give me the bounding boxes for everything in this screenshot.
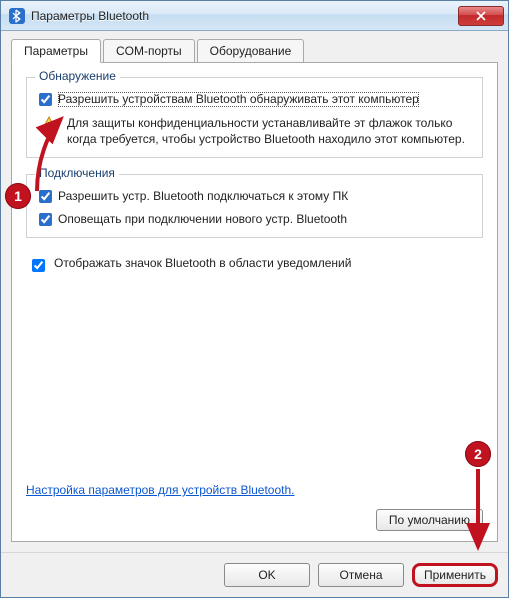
tabpage-parameters: Обнаружение Разрешить устройствам Blueto… [11, 62, 498, 542]
defaults-row: По умолчанию [26, 509, 483, 531]
apply-button[interactable]: Применить [412, 563, 498, 587]
checkbox-row-notify-new: Оповещать при подключении нового устр. B… [39, 212, 470, 227]
tab-com-ports[interactable]: COM-порты [103, 39, 195, 63]
label-allow-connect: Разрешить устр. Bluetooth подключаться к… [58, 189, 348, 204]
checkbox-tray-icon[interactable] [32, 259, 45, 272]
tab-hardware[interactable]: Оборудование [197, 39, 305, 63]
checkbox-allow-discovery[interactable] [39, 93, 52, 106]
label-notify-new: Оповещать при подключении нового устр. B… [58, 212, 347, 227]
tab-parameters[interactable]: Параметры [11, 39, 101, 63]
close-button[interactable] [458, 6, 504, 26]
checkbox-allow-connect[interactable] [39, 190, 52, 203]
ok-button[interactable]: OK [224, 563, 310, 587]
tabstrip: Параметры COM-порты Оборудование [11, 39, 498, 63]
client-area: Параметры COM-порты Оборудование Обнаруж… [1, 31, 508, 552]
checkbox-notify-new[interactable] [39, 213, 52, 226]
close-icon [476, 11, 486, 21]
link-device-settings[interactable]: Настройка параметров для устройств Bluet… [26, 483, 295, 497]
annotation-badge-1: 1 [5, 183, 31, 209]
group-connections: Подключения Разрешить устр. Bluetooth по… [26, 174, 483, 238]
cancel-button[interactable]: Отмена [318, 563, 404, 587]
label-tray-icon: Отображать значок Bluetooth в области ув… [54, 256, 351, 275]
checkbox-row-allow-connect: Разрешить устр. Bluetooth подключаться к… [39, 189, 470, 204]
group-discovery: Обнаружение Разрешить устройствам Blueto… [26, 77, 483, 158]
bluetooth-settings-window: Параметры Bluetooth Параметры COM-порты … [0, 0, 509, 598]
window-title: Параметры Bluetooth [31, 9, 458, 23]
titlebar: Параметры Bluetooth [1, 1, 508, 31]
dialog-footer: OK Отмена Применить [1, 552, 508, 597]
warning-text: Для защиты конфиденциальности устанавлив… [67, 115, 470, 147]
checkbox-row-allow-discovery: Разрешить устройствам Bluetooth обнаружи… [39, 92, 470, 107]
annotation-badge-2: 2 [465, 441, 491, 467]
group-discovery-legend: Обнаружение [35, 69, 120, 83]
group-connections-legend: Подключения [35, 166, 119, 180]
label-allow-discovery: Разрешить устройствам Bluetooth обнаружи… [58, 92, 419, 107]
warning-row: Для защиты конфиденциальности устанавлив… [39, 115, 470, 147]
bluetooth-icon [9, 8, 25, 24]
defaults-button[interactable]: По умолчанию [376, 509, 483, 531]
checkbox-row-tray-icon: Отображать значок Bluetooth в области ув… [28, 256, 483, 275]
warning-icon [39, 115, 59, 135]
